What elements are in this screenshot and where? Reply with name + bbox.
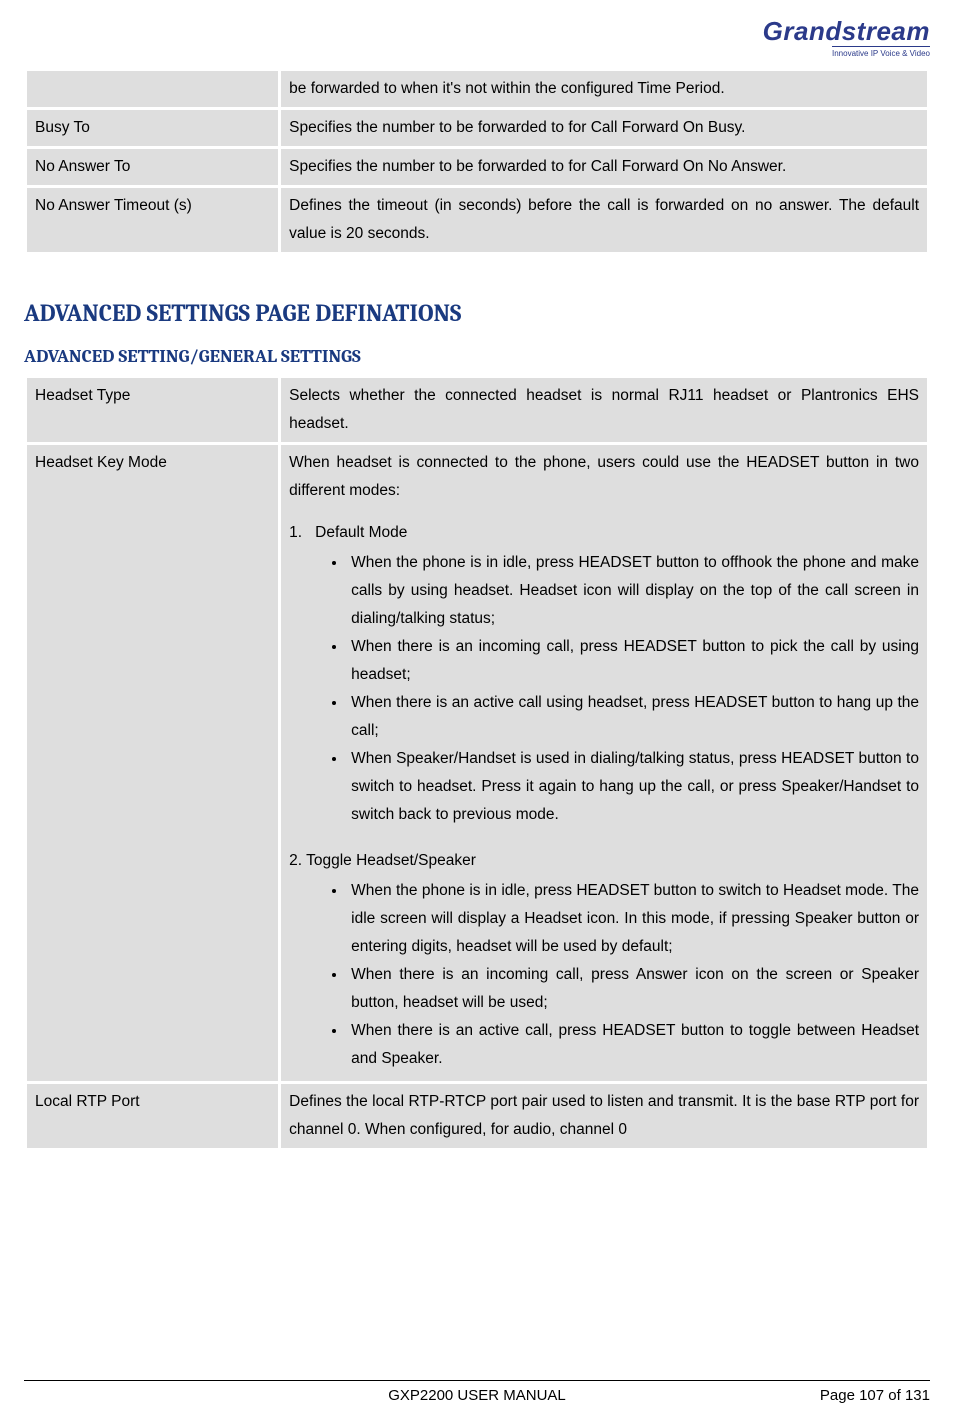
setting-value: be forwarded to when it's not within the… (281, 71, 927, 107)
setting-label: No Answer To (27, 149, 278, 185)
setting-value: Specifies the number to be forwarded to … (281, 110, 927, 146)
list-item: When there is an active call using heads… (347, 689, 919, 745)
table-row: No Answer To Specifies the number to be … (27, 149, 927, 185)
footer-title: GXP2200 USER MANUAL (323, 1387, 631, 1404)
section-heading: ADVANCED SETTINGS PAGE DEFINATIONS (24, 299, 930, 327)
table-row: Busy To Specifies the number to be forwa… (27, 110, 927, 146)
list-item: When the phone is in idle, press HEADSET… (347, 549, 919, 633)
modes-intro: When headset is connected to the phone, … (289, 449, 919, 505)
footer-left (24, 1387, 323, 1404)
mode1-number: 1. (289, 519, 315, 547)
mode1-heading: 1.Default Mode (289, 519, 919, 547)
page: Grandstream Innovative IP Voice & Video … (0, 0, 954, 1426)
list-item: When there is an active call, press HEAD… (347, 1017, 919, 1073)
setting-value: Defines the timeout (in seconds) before … (281, 188, 927, 252)
table-row: No Answer Timeout (s) Defines the timeou… (27, 188, 927, 252)
list-item: When the phone is in idle, press HEADSET… (347, 877, 919, 961)
setting-label (27, 71, 278, 107)
setting-label: No Answer Timeout (s) (27, 188, 278, 252)
logo-text: Grandstream (763, 18, 930, 44)
mode2-heading: 2. Toggle Headset/Speaker (289, 847, 919, 875)
setting-label: Busy To (27, 110, 278, 146)
page-header: Grandstream Innovative IP Voice & Video (24, 18, 930, 58)
logo-tagline: Innovative IP Voice & Video (832, 46, 930, 58)
table-row: Headset Key Mode When headset is connect… (27, 445, 927, 1081)
subsection-heading: ADVANCED SETTING/GENERAL SETTINGS (24, 345, 930, 367)
list-item: When there is an incoming call, press HE… (347, 633, 919, 689)
list-item: When Speaker/Handset is used in dialing/… (347, 745, 919, 829)
setting-value: Defines the local RTP-RTCP port pair use… (281, 1084, 927, 1148)
mode2-bullets: When the phone is in idle, press HEADSET… (347, 877, 919, 1073)
mode1-bullets: When the phone is in idle, press HEADSET… (347, 549, 919, 829)
mode1-title: Default Mode (315, 524, 407, 541)
table-row: be forwarded to when it's not within the… (27, 71, 927, 107)
setting-label: Headset Type (27, 378, 278, 442)
footer-divider (24, 1380, 930, 1381)
setting-label: Headset Key Mode (27, 445, 278, 1081)
brand-logo: Grandstream Innovative IP Voice & Video (763, 18, 930, 58)
advanced-settings-table: Headset Type Selects whether the connect… (24, 375, 930, 1151)
top-settings-table: be forwarded to when it's not within the… (24, 68, 930, 255)
page-footer: GXP2200 USER MANUAL Page 107 of 131 (24, 1380, 930, 1404)
table-row: Local RTP Port Defines the local RTP-RTC… (27, 1084, 927, 1148)
table-row: Headset Type Selects whether the connect… (27, 378, 927, 442)
list-item: When there is an incoming call, press An… (347, 961, 919, 1017)
setting-label: Local RTP Port (27, 1084, 278, 1148)
footer-page-number: Page 107 of 131 (631, 1387, 930, 1404)
setting-value: Specifies the number to be forwarded to … (281, 149, 927, 185)
setting-value: Selects whether the connected headset is… (281, 378, 927, 442)
footer-row: GXP2200 USER MANUAL Page 107 of 131 (24, 1387, 930, 1404)
setting-value: When headset is connected to the phone, … (281, 445, 927, 1081)
